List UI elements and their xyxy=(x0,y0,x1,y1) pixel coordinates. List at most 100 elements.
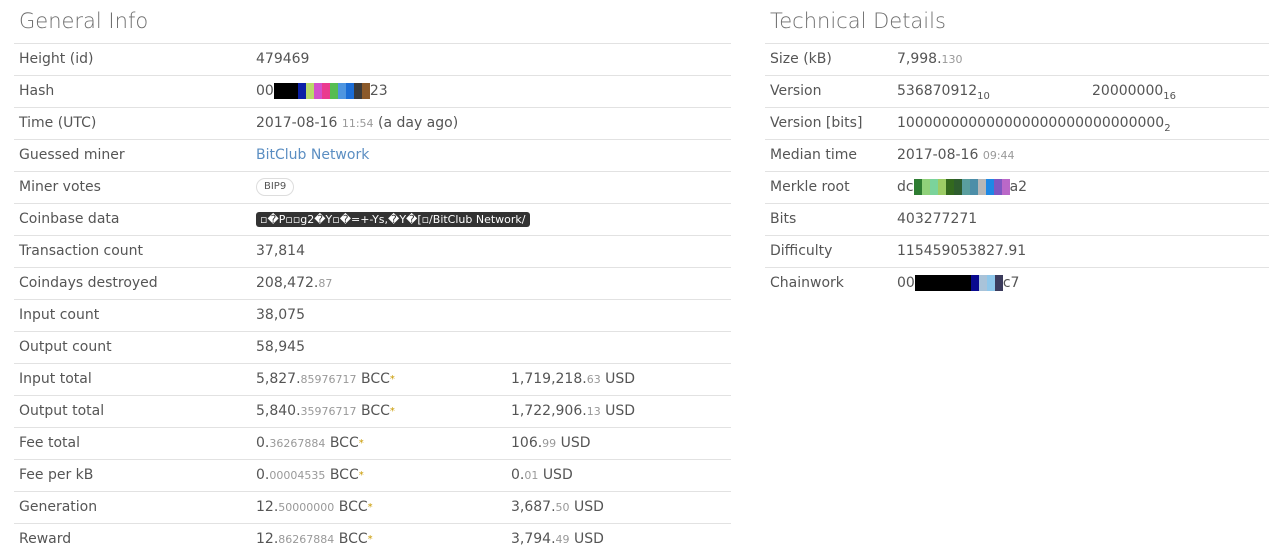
fee-kb-usd-int: 0. xyxy=(511,467,525,483)
coindays-int: 208,472. xyxy=(256,275,319,291)
merkle-value[interactable]: dc a2 xyxy=(897,172,1027,203)
redaction-block xyxy=(914,275,923,291)
row-bits: Bits 403277271 xyxy=(765,204,1269,236)
fee-total-usd-dec: 99 xyxy=(542,437,557,450)
time-relative: (a day ago) xyxy=(377,115,459,131)
row-version: Version 53687091210 2000000016 xyxy=(765,76,1269,108)
redaction-block xyxy=(961,179,970,195)
redaction-block xyxy=(970,275,979,291)
coindays-dec: 87 xyxy=(318,277,333,290)
row-merkle: Merkle root dc a2 xyxy=(765,172,1269,204)
input-total-int: 5,827. xyxy=(256,371,301,387)
input-total-usd-dec: 63 xyxy=(586,373,601,386)
row-generation: Generation 12.50000000 BCC* 3,687.50 USD xyxy=(14,492,731,524)
height-value: 479469 xyxy=(256,51,310,67)
fee-total-label: Fee total xyxy=(19,435,80,451)
unit-bcc: BCC xyxy=(360,371,390,387)
redaction-block xyxy=(281,83,290,99)
row-fee-kb: Fee per kB 0.00004535 BCC* 0.01 USD xyxy=(14,460,731,492)
merkle-redaction-mask xyxy=(913,179,1010,195)
merkle-label: Merkle root xyxy=(770,179,850,195)
row-chainwork: Chainwork 00 c7 xyxy=(765,268,1269,299)
redaction-block xyxy=(953,179,962,195)
hash-prefix: 00 xyxy=(256,83,274,99)
fee-kb-bcc: 0.00004535 BCC* xyxy=(256,460,364,491)
redaction-block xyxy=(321,83,330,99)
unit-usd: USD xyxy=(573,499,604,515)
row-coinbase: Coinbase data ▫�P▫▫g2�Y▫�=+-Ys,�Y�[▫/Bit… xyxy=(14,204,731,236)
generation-bcc: 12.50000000 BCC* xyxy=(256,492,373,523)
output-total-dec: 35976717 xyxy=(300,405,357,418)
technical-details-title: Technical Details xyxy=(765,0,1269,44)
generation-usd-dec: 50 xyxy=(555,501,570,514)
fee-total-usd-int: 106. xyxy=(511,435,543,451)
redaction-block xyxy=(977,179,986,195)
unit-star: * xyxy=(367,502,373,513)
row-reward: Reward 12.86267884 BCC* 3,794.49 USD xyxy=(14,524,731,555)
redaction-block xyxy=(946,275,955,291)
output-total-usd-int: 1,722,906. xyxy=(511,403,587,419)
reward-dec: 86267884 xyxy=(278,533,335,546)
technical-details-panel: Technical Details Size (kB) 7,998.130 Ve… xyxy=(765,0,1269,299)
redaction-block xyxy=(345,83,354,99)
median-label: Median time xyxy=(770,147,858,163)
median-date: 2017-08-16 xyxy=(897,147,979,163)
unit-star: * xyxy=(389,374,395,385)
hash-value[interactable]: 00 23 xyxy=(256,76,388,107)
row-difficulty: Difficulty 115459053827.91 xyxy=(765,236,1269,268)
coinbase-label: Coinbase data xyxy=(19,211,120,227)
row-output-count: Output count 58,945 xyxy=(14,332,731,364)
hash-redaction-mask xyxy=(273,83,370,99)
input-total-usd-int: 1,719,218. xyxy=(511,371,587,387)
output-total-int: 5,840. xyxy=(256,403,301,419)
version-hex-base: 16 xyxy=(1163,90,1176,102)
coindays-value: 208,472.87 xyxy=(256,268,332,299)
redaction-block xyxy=(930,275,939,291)
chainwork-value[interactable]: 00 c7 xyxy=(897,268,1019,299)
output-total-bcc: 5,840.35976717 BCC* xyxy=(256,396,395,427)
output-total-usd: 1,722,906.13 USD xyxy=(511,396,635,427)
time-value: 2017-08-16 11:54 (a day ago) xyxy=(256,108,458,139)
redaction-block xyxy=(986,275,995,291)
input-total-bcc: 5,827.85976717 BCC* xyxy=(256,364,395,395)
redaction-block xyxy=(289,83,298,99)
general-info-panel: General Info Height (id) 479469 Hash 00 2… xyxy=(14,0,731,555)
row-txcount: Transaction count 37,814 xyxy=(14,236,731,268)
row-fee-total: Fee total 0.36267884 BCC* 106.99 USD xyxy=(14,428,731,460)
fee-total-bcc: 0.36267884 BCC* xyxy=(256,428,364,459)
input-count-value: 38,075 xyxy=(256,307,305,323)
bip9-badge[interactable]: BIP9 xyxy=(256,178,295,196)
hash-suffix: 23 xyxy=(369,83,388,99)
version-dec-value: 536870912 xyxy=(897,83,978,99)
fee-total-dec: 36267884 xyxy=(269,437,326,450)
miner-label: Guessed miner xyxy=(19,147,125,163)
version-bits-label: Version [bits] xyxy=(770,115,863,131)
votes-label: Miner votes xyxy=(19,179,101,195)
reward-int: 12. xyxy=(256,531,279,547)
redaction-block xyxy=(313,83,322,99)
generation-label: Generation xyxy=(19,499,98,515)
output-count-value: 58,945 xyxy=(256,339,305,355)
unit-star: * xyxy=(358,438,364,449)
redaction-block xyxy=(297,83,306,99)
unit-bcc: BCC xyxy=(329,435,359,451)
version-decimal: 53687091210 xyxy=(897,76,990,112)
fee-kb-usd: 0.01 USD xyxy=(511,460,573,491)
row-time: Time (UTC) 2017-08-16 11:54 (a day ago) xyxy=(14,108,731,140)
redaction-block xyxy=(929,179,938,195)
reward-bcc: 12.86267884 BCC* xyxy=(256,524,373,555)
general-info-title: General Info xyxy=(14,0,731,44)
difficulty-value: 115459053827.91 xyxy=(897,243,1027,259)
redaction-block xyxy=(978,275,987,291)
time-date: 2017-08-16 xyxy=(256,115,338,131)
time-label: Time (UTC) xyxy=(19,115,97,131)
reward-usd-int: 3,794. xyxy=(511,531,556,547)
reward-usd: 3,794.49 USD xyxy=(511,524,604,555)
redaction-block xyxy=(337,83,346,99)
txcount-value: 37,814 xyxy=(256,243,305,259)
miner-link[interactable]: BitClub Network xyxy=(256,140,369,171)
redaction-block xyxy=(962,275,971,291)
unit-usd: USD xyxy=(560,435,591,451)
redaction-block xyxy=(361,83,370,99)
fee-kb-usd-dec: 01 xyxy=(524,469,539,482)
